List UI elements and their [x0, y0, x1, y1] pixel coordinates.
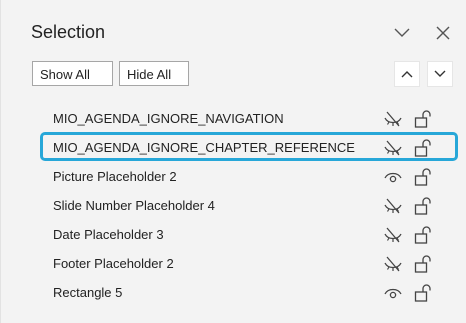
- list-item[interactable]: Date Placeholder 3: [31, 220, 461, 249]
- list-item-label: Rectangle 5: [53, 285, 123, 300]
- unlock-icon[interactable]: [413, 109, 433, 129]
- collapse-pane-button[interactable]: [390, 22, 414, 44]
- unlock-icon[interactable]: [413, 167, 433, 187]
- list-item[interactable]: MIO_AGENDA_IGNORE_CHAPTER_REFERENCE: [31, 133, 461, 162]
- chevron-down-icon: [434, 70, 446, 77]
- pane-title: Selection: [31, 22, 106, 42]
- list-item-label: Slide Number Placeholder 4: [53, 198, 215, 213]
- eye-icon[interactable]: [383, 168, 403, 186]
- bring-forward-button[interactable]: [394, 61, 420, 87]
- selection-pane: Selection Show All Hide All MIO_AGENDA_I…: [0, 0, 466, 323]
- eye-hidden-icon[interactable]: [383, 197, 403, 215]
- list-item[interactable]: Picture Placeholder 2: [31, 162, 461, 191]
- selection-list: MIO_AGENDA_IGNORE_NAVIGATION MIO_AGENDA_I…: [31, 104, 461, 307]
- list-item-label: MIO_AGENDA_IGNORE_NAVIGATION: [53, 111, 284, 126]
- close-icon: [436, 26, 450, 40]
- chevron-up-icon: [401, 71, 413, 78]
- send-backward-button[interactable]: [427, 61, 453, 87]
- unlock-icon[interactable]: [413, 138, 433, 158]
- list-item[interactable]: Slide Number Placeholder 4: [31, 191, 461, 220]
- list-item-label: MIO_AGENDA_IGNORE_CHAPTER_REFERENCE: [53, 140, 355, 155]
- close-pane-button[interactable]: [431, 22, 455, 44]
- eye-hidden-icon[interactable]: [383, 255, 403, 273]
- hide-all-button[interactable]: Hide All: [119, 61, 189, 86]
- list-item-label: Footer Placeholder 2: [53, 256, 174, 271]
- unlock-icon[interactable]: [413, 196, 433, 216]
- show-all-button[interactable]: Show All: [32, 61, 113, 86]
- chevron-down-icon: [394, 28, 410, 37]
- unlock-icon[interactable]: [413, 254, 433, 274]
- list-item-label: Date Placeholder 3: [53, 227, 164, 242]
- unlock-icon[interactable]: [413, 283, 433, 303]
- eye-hidden-icon[interactable]: [383, 110, 403, 128]
- eye-hidden-icon[interactable]: [383, 226, 403, 244]
- eye-hidden-icon[interactable]: [383, 139, 403, 157]
- list-item-label: Picture Placeholder 2: [53, 169, 177, 184]
- list-item[interactable]: Footer Placeholder 2: [31, 249, 461, 278]
- list-item[interactable]: MIO_AGENDA_IGNORE_NAVIGATION: [31, 104, 461, 133]
- eye-icon[interactable]: [383, 284, 403, 302]
- unlock-icon[interactable]: [413, 225, 433, 245]
- list-item[interactable]: Rectangle 5: [31, 278, 461, 307]
